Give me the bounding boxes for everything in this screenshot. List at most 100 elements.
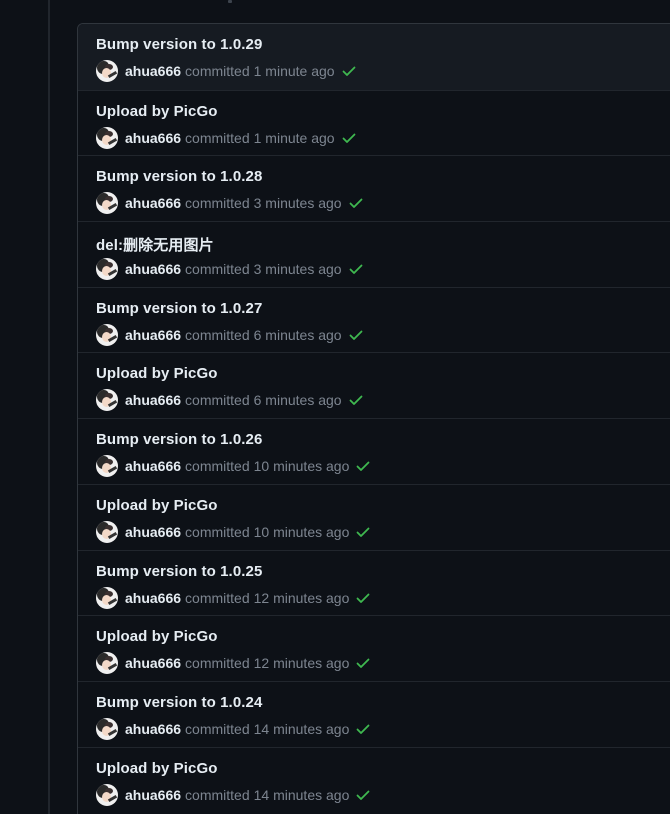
commit-time[interactable]: 10 minutes ago bbox=[254, 458, 350, 474]
avatar-icon[interactable] bbox=[96, 717, 118, 740]
avatar-icon[interactable] bbox=[96, 586, 118, 609]
commit-meta: ahua666 committed 10 minutes ago bbox=[96, 520, 371, 543]
commit-verb: committed bbox=[185, 720, 250, 737]
commit-author-link[interactable]: ahua666 bbox=[125, 261, 181, 277]
check-icon[interactable] bbox=[355, 458, 371, 474]
commit-time[interactable]: 14 minutes ago bbox=[254, 721, 350, 737]
check-icon[interactable] bbox=[348, 261, 364, 277]
check-icon[interactable] bbox=[355, 524, 371, 540]
avatar-icon[interactable] bbox=[96, 60, 118, 82]
commit-author-link[interactable]: ahua666 bbox=[125, 392, 181, 408]
commit-verb: committed bbox=[185, 63, 250, 79]
commit-title-link[interactable]: Upload by PicGo bbox=[96, 103, 218, 120]
avatar-icon[interactable] bbox=[96, 323, 118, 346]
commit-row: Bump version to 1.0.25 ahua666 committed… bbox=[78, 549, 670, 616]
commit-row: Upload by PicGo ahua666 committed 6 minu… bbox=[78, 352, 670, 418]
commit-row: Upload by PicGo ahua666 committed 14 min… bbox=[78, 746, 670, 813]
commit-list: Bump version to 1.0.29 ahua666 committed… bbox=[77, 23, 670, 814]
commit-title-link[interactable]: Bump version to 1.0.29 bbox=[96, 36, 262, 53]
avatar-icon[interactable] bbox=[96, 192, 118, 215]
commit-row: Bump version to 1.0.26 ahua666 committed… bbox=[78, 418, 670, 484]
timeline-marker bbox=[228, 0, 232, 3]
commit-verb: committed bbox=[185, 786, 250, 803]
check-icon[interactable] bbox=[348, 195, 364, 211]
commit-author-link[interactable]: ahua666 bbox=[125, 590, 181, 606]
commit-row: Bump version to 1.0.29 ahua666 committed… bbox=[78, 24, 670, 90]
commit-title-link[interactable]: Upload by PicGo bbox=[96, 628, 218, 645]
avatar-icon[interactable] bbox=[96, 652, 118, 675]
commit-row: Upload by PicGo ahua666 committed 10 min… bbox=[78, 483, 670, 550]
commit-title-link[interactable]: Upload by PicGo bbox=[96, 365, 218, 382]
check-icon[interactable] bbox=[355, 721, 371, 737]
commit-title-link[interactable]: Upload by PicGo bbox=[96, 760, 218, 777]
commit-title-link[interactable]: Bump version to 1.0.28 bbox=[96, 168, 262, 185]
commit-time[interactable]: 1 minute ago bbox=[254, 63, 335, 79]
commit-row: del:删除无用图片 ahua666 committed 3 minutes a… bbox=[78, 221, 670, 287]
commit-time[interactable]: 3 minutes ago bbox=[254, 261, 342, 277]
commit-verb: committed bbox=[185, 589, 250, 606]
check-icon[interactable] bbox=[341, 63, 357, 79]
commit-meta: ahua666 committed 6 minutes ago bbox=[96, 323, 364, 346]
commit-title-link[interactable]: Bump version to 1.0.27 bbox=[96, 300, 262, 317]
commit-row: Upload by PicGo ahua666 committed 12 min… bbox=[78, 615, 670, 681]
commit-time[interactable]: 10 minutes ago bbox=[254, 524, 350, 540]
check-icon[interactable] bbox=[355, 590, 371, 606]
avatar-icon[interactable] bbox=[96, 783, 118, 806]
commit-verb: committed bbox=[185, 458, 250, 475]
commit-meta: ahua666 committed 1 minute ago bbox=[96, 126, 357, 149]
commit-author-link[interactable]: ahua666 bbox=[125, 721, 181, 737]
avatar-icon[interactable] bbox=[96, 455, 118, 478]
commit-time[interactable]: 6 minutes ago bbox=[254, 327, 342, 343]
check-icon[interactable] bbox=[348, 327, 364, 343]
avatar-icon[interactable] bbox=[96, 520, 118, 543]
commit-verb: committed bbox=[185, 326, 250, 343]
commit-meta: ahua666 committed 6 minutes ago bbox=[96, 389, 364, 412]
commit-meta: ahua666 committed 3 minutes ago bbox=[96, 192, 364, 215]
commit-time[interactable]: 14 minutes ago bbox=[254, 787, 350, 803]
commit-author-link[interactable]: ahua666 bbox=[125, 655, 181, 671]
commit-author-link[interactable]: ahua666 bbox=[125, 458, 181, 474]
commit-verb: committed bbox=[185, 392, 250, 409]
commit-author-link[interactable]: ahua666 bbox=[125, 524, 181, 540]
commit-meta: ahua666 committed 3 minutes ago bbox=[96, 258, 364, 281]
commit-meta: ahua666 committed 12 minutes ago bbox=[96, 652, 371, 675]
commit-meta: ahua666 committed 12 minutes ago bbox=[96, 586, 371, 609]
commit-author-link[interactable]: ahua666 bbox=[125, 787, 181, 803]
commit-row: Bump version to 1.0.27 ahua666 committed… bbox=[78, 286, 670, 353]
commit-author-link[interactable]: ahua666 bbox=[125, 63, 181, 79]
commit-time[interactable]: 3 minutes ago bbox=[254, 195, 342, 211]
commit-time[interactable]: 6 minutes ago bbox=[254, 392, 342, 408]
commit-verb: committed bbox=[185, 195, 250, 212]
commit-author-link[interactable]: ahua666 bbox=[125, 195, 181, 211]
commit-time[interactable]: 12 minutes ago bbox=[254, 655, 350, 671]
avatar-icon[interactable] bbox=[96, 126, 118, 149]
commit-time[interactable]: 12 minutes ago bbox=[254, 590, 350, 606]
commit-verb: committed bbox=[185, 655, 250, 672]
commit-title-link[interactable]: Bump version to 1.0.26 bbox=[96, 431, 262, 448]
check-icon[interactable] bbox=[348, 392, 364, 408]
commit-meta: ahua666 committed 14 minutes ago bbox=[96, 783, 371, 806]
avatar-icon[interactable] bbox=[96, 258, 118, 281]
commit-title-link[interactable]: Upload by PicGo bbox=[96, 497, 218, 514]
commit-row: Bump version to 1.0.28 ahua666 committed… bbox=[78, 155, 670, 221]
commit-title-link[interactable]: Bump version to 1.0.24 bbox=[96, 694, 262, 711]
commit-history-page: Bump version to 1.0.29 ahua666 committed… bbox=[0, 0, 670, 814]
check-icon[interactable] bbox=[355, 787, 371, 803]
commit-verb: committed bbox=[185, 129, 250, 146]
check-icon[interactable] bbox=[341, 130, 357, 146]
commit-row: Bump version to 1.0.24 ahua666 committed… bbox=[78, 680, 670, 747]
commit-verb: committed bbox=[185, 261, 250, 278]
commit-verb: committed bbox=[185, 523, 250, 540]
commit-title-link[interactable]: Bump version to 1.0.25 bbox=[96, 563, 262, 580]
commit-author-link[interactable]: ahua666 bbox=[125, 130, 181, 146]
timeline-line bbox=[48, 0, 50, 814]
avatar-icon[interactable] bbox=[96, 389, 118, 412]
check-icon[interactable] bbox=[355, 655, 371, 671]
commit-meta: ahua666 committed 14 minutes ago bbox=[96, 717, 371, 740]
commit-time[interactable]: 1 minute ago bbox=[254, 130, 335, 146]
commit-meta: ahua666 committed 1 minute ago bbox=[96, 60, 357, 82]
commit-meta: ahua666 committed 10 minutes ago bbox=[96, 455, 371, 478]
commit-row: Upload by PicGo ahua666 committed 1 minu… bbox=[78, 89, 670, 156]
commit-title-link[interactable]: del:删除无用图片 bbox=[96, 234, 214, 255]
commit-author-link[interactable]: ahua666 bbox=[125, 327, 181, 343]
